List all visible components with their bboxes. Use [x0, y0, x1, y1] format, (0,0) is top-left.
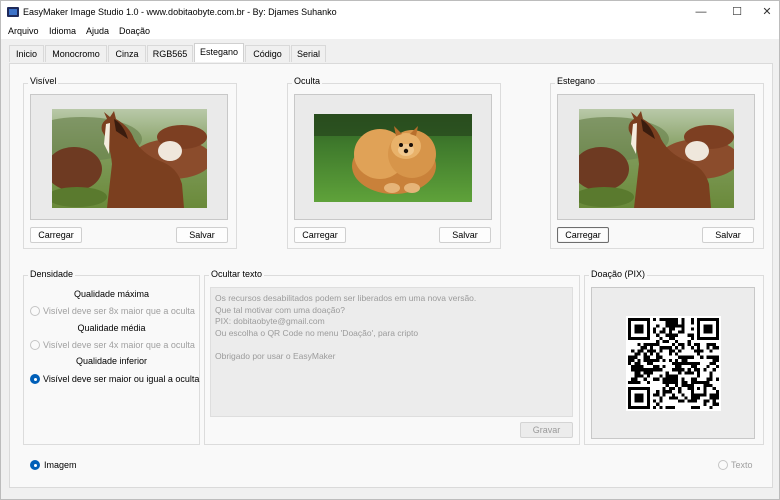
menu-idioma[interactable]: Idioma: [49, 26, 76, 36]
radio-quality-low[interactable]: [30, 374, 40, 384]
radio-mode-image[interactable]: [30, 460, 40, 470]
group-estegano-title: Estegano: [555, 76, 598, 86]
window-title: EasyMaker Image Studio 1.0 - www.dobitao…: [23, 7, 337, 17]
hidden-text-textarea[interactable]: Os recursos desabilitados podem ser libe…: [210, 287, 573, 417]
oculta-load-button[interactable]: Carregar: [294, 227, 346, 243]
estegano-image-frame: [557, 94, 755, 220]
oculta-image-frame: [294, 94, 492, 220]
menu-arquivo[interactable]: Arquivo: [8, 26, 39, 36]
minimize-button[interactable]: —: [683, 1, 719, 23]
tab-bar: Inicio Monocromo Cinza RGB565 Estegano C…: [1, 39, 779, 65]
group-densidade-title: Densidade: [28, 269, 76, 279]
tab-estegano[interactable]: Estegano: [194, 43, 244, 62]
tab-cinza[interactable]: Cinza: [108, 45, 146, 62]
radio-mode-text[interactable]: [718, 460, 728, 470]
pix-qr-code-image: [626, 316, 721, 411]
group-visivel-title: Visível: [28, 76, 59, 86]
estegano-page: Visível Carregar Salvar Oculta Carregar …: [9, 63, 773, 488]
tab-serial[interactable]: Serial: [291, 45, 326, 62]
gravar-button[interactable]: Gravar: [520, 422, 573, 438]
quality-medium-heading: Qualidade média: [77, 323, 146, 333]
title-bar[interactable]: EasyMaker Image Studio 1.0 - www.dobitao…: [1, 1, 779, 23]
tab-rgb565[interactable]: RGB565: [147, 45, 193, 62]
qr-frame: [591, 287, 755, 439]
estegano-load-button[interactable]: Carregar: [557, 227, 609, 243]
close-button[interactable]: ✕: [749, 1, 780, 23]
quality-low-heading: Qualidade inferior: [75, 356, 148, 366]
app-window: EasyMaker Image Studio 1.0 - www.dobitao…: [0, 0, 780, 500]
horse-image-visivel: [52, 109, 207, 208]
estegano-save-button[interactable]: Salvar: [702, 227, 754, 243]
group-doacao-title: Doação (PIX): [589, 269, 648, 279]
radio-mode-image-label: Imagem: [44, 460, 77, 470]
radio-quality-medium-label: Visível deve ser 4x maior que a oculta: [43, 340, 195, 350]
radio-mode-text-label: Texto: [731, 460, 753, 470]
dog-image-oculta: [314, 114, 472, 202]
visivel-save-button[interactable]: Salvar: [176, 227, 228, 243]
menu-ajuda[interactable]: Ajuda: [86, 26, 109, 36]
tab-inicio[interactable]: Inicio: [9, 45, 44, 62]
app-logo-icon: [7, 7, 19, 17]
visivel-image-frame: [30, 94, 228, 220]
horse-image-estegano: [579, 109, 734, 208]
visivel-load-button[interactable]: Carregar: [30, 227, 82, 243]
tab-codigo[interactable]: Código: [245, 45, 290, 62]
oculta-save-button[interactable]: Salvar: [439, 227, 491, 243]
menu-bar: Arquivo Idioma Ajuda Doação: [1, 23, 779, 39]
menu-doacao[interactable]: Doação: [119, 26, 150, 36]
quality-max-heading: Qualidade máxima: [73, 289, 150, 299]
radio-quality-max[interactable]: [30, 306, 40, 316]
qr-code-graphic: [628, 318, 719, 409]
radio-quality-low-label: Visível deve ser maior ou igual a oculta: [43, 374, 200, 384]
group-oculta-title: Oculta: [292, 76, 323, 86]
tab-monocromo[interactable]: Monocromo: [45, 45, 107, 62]
group-ocultar-texto-title: Ocultar texto: [209, 269, 265, 279]
radio-quality-max-label: Visível deve ser 8x maior que a oculta: [43, 306, 195, 316]
radio-quality-medium[interactable]: [30, 340, 40, 350]
